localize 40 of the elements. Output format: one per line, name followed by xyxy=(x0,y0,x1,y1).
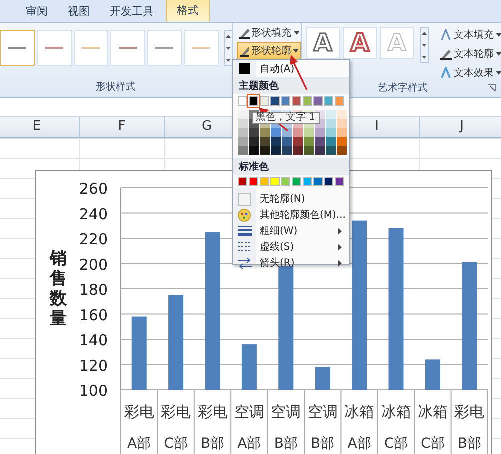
category-label: 彩电 xyxy=(198,403,228,421)
category-label: A部 xyxy=(128,436,152,452)
category-label: B部 xyxy=(274,436,298,452)
category-label: 彩电 xyxy=(454,403,485,421)
axis-tick-label: 180 xyxy=(79,281,108,299)
category-label: B部 xyxy=(311,436,335,452)
category-label: A部 xyxy=(348,436,372,452)
category-label: C部 xyxy=(384,436,408,452)
axis-title: 销售数量 xyxy=(50,249,67,329)
command-label: 文本效果 xyxy=(454,66,494,80)
category-label: B部 xyxy=(200,436,225,452)
command-label: 文本填充 xyxy=(454,28,494,42)
axis-tick-label: 220 xyxy=(79,230,108,248)
axis-tick-label: 160 xyxy=(79,306,108,324)
category-label: 冰箱 xyxy=(344,403,375,421)
category-label: 彩电 xyxy=(161,403,192,421)
menu-heading: 标准色 xyxy=(233,158,349,174)
axis-tick-label: 120 xyxy=(79,356,108,375)
category-label: 空调 xyxy=(271,403,302,421)
category-label: A部 xyxy=(238,436,262,452)
category-label: 空调 xyxy=(234,403,264,421)
tooltip: 黑色，文字 1 xyxy=(252,112,320,124)
category-label: C部 xyxy=(421,436,445,452)
category-label: 空调 xyxy=(308,403,338,421)
category-label: 彩电 xyxy=(124,403,154,421)
command-label: 形状轮廓 xyxy=(251,44,292,58)
axis-tick-label: 260 xyxy=(79,180,108,198)
axis-tick-label: 140 xyxy=(79,332,108,350)
command-label: 形状填充 xyxy=(252,26,292,40)
category-label: C部 xyxy=(164,436,188,452)
category-label: 冰箱 xyxy=(418,403,448,421)
group-label: 艺术字样式 xyxy=(378,82,428,95)
axis-tick-label: 100 xyxy=(79,382,108,400)
group-label: 形状样式 xyxy=(95,80,137,95)
menu-heading: 主题颜色 xyxy=(233,77,349,94)
command-label: 文本轮廓 xyxy=(454,48,494,61)
axis-tick-label: 200 xyxy=(79,256,108,274)
category-label: 冰箱 xyxy=(381,403,412,421)
axis-tick-label: 240 xyxy=(79,205,108,224)
category-label: B部 xyxy=(458,436,482,452)
